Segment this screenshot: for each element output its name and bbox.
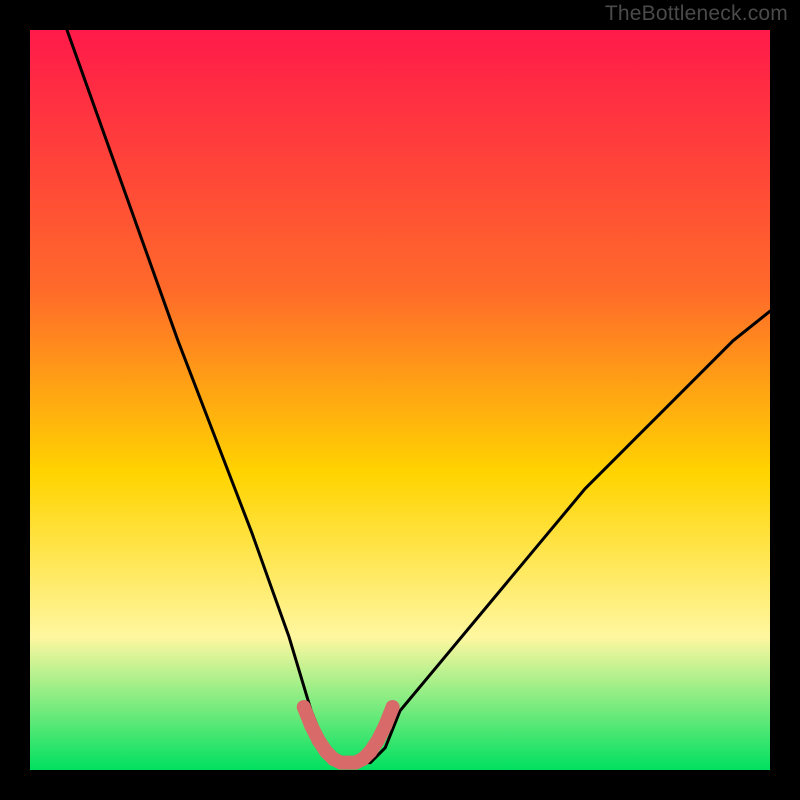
plot-area: [30, 30, 770, 770]
watermark-text: TheBottleneck.com: [605, 2, 788, 26]
optimal-marker: [386, 700, 400, 714]
optimal-marker: [304, 719, 318, 733]
optimal-marker: [378, 719, 392, 733]
chart-frame: TheBottleneck.com: [0, 0, 800, 800]
gradient-background: [30, 30, 770, 770]
bottleneck-chart: [30, 30, 770, 770]
optimal-marker: [371, 733, 385, 747]
optimal-marker: [297, 700, 311, 714]
